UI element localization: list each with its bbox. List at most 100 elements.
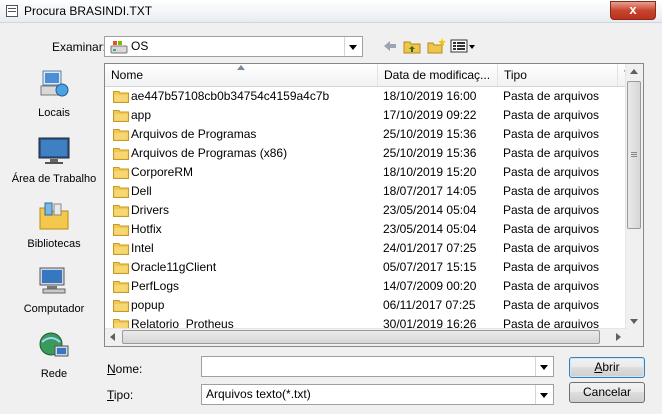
filename-dropdown-arrow[interactable] <box>535 357 553 376</box>
folder-icon <box>113 110 129 122</box>
file-type: Pasta de arquivos <box>503 89 600 103</box>
hscroll-thumb[interactable] <box>122 330 600 344</box>
file-name: Hotfix <box>131 222 162 236</box>
file-type: Pasta de arquivos <box>503 260 600 274</box>
file-type: Pasta de arquivos <box>503 184 600 198</box>
scroll-left-arrow-icon[interactable] <box>110 333 115 341</box>
close-button[interactable]: x <box>610 1 656 20</box>
file-date: 18/07/2017 14:05 <box>383 184 477 198</box>
column-date[interactable]: Data de modificaç... <box>378 64 498 86</box>
app-icon <box>6 5 18 17</box>
place-area-de-trabalho[interactable]: Área de Trabalho <box>6 135 102 186</box>
lookin-label: Examinar: <box>52 40 107 54</box>
close-icon: x <box>629 2 637 17</box>
file-name: Drivers <box>131 203 169 217</box>
filename-combo[interactable] <box>201 356 554 377</box>
lookin-combo[interactable]: OS <box>104 36 363 57</box>
folder-icon <box>113 224 129 236</box>
file-date: 18/10/2019 15:20 <box>383 165 477 179</box>
table-row[interactable]: PerfLogs 14/07/2009 00:20 Pasta de arquivo… <box>105 277 627 296</box>
place-label: Rede <box>40 368 68 380</box>
file-date: 17/10/2019 09:22 <box>383 108 477 122</box>
file-date: 06/11/2017 07:25 <box>383 298 476 312</box>
file-name: Intel <box>131 241 154 255</box>
file-type: Pasta de arquivos <box>503 241 600 255</box>
libraries-icon <box>39 202 69 230</box>
lookin-dropdown-arrow[interactable] <box>344 37 362 56</box>
place-label: Computador <box>23 303 85 315</box>
place-bibliotecas[interactable]: Bibliotecas <box>6 200 102 251</box>
lookin-value: OS <box>131 39 149 53</box>
back-arrow-icon[interactable] <box>382 37 398 55</box>
file-type: Pasta de arquivos <box>503 222 600 236</box>
column-type[interactable]: Tipo <box>498 64 618 86</box>
table-row[interactable]: popup 06/11/2017 07:25 Pasta de arquivos <box>105 296 627 315</box>
file-type: Pasta de arquivos <box>503 279 600 293</box>
table-row[interactable]: Arquivos de Programas 25/10/2019 15:36 Pas… <box>105 125 627 144</box>
view-menu-icon[interactable] <box>450 37 476 55</box>
table-row[interactable]: Intel 24/01/2017 07:25 Pasta de arquivos <box>105 239 627 258</box>
file-type: Pasta de arquivos <box>503 146 600 160</box>
file-date: 24/01/2017 07:25 <box>383 241 477 255</box>
place-locais[interactable]: Locais <box>6 69 102 120</box>
column-name-label: Nome <box>111 68 144 82</box>
folder-icon <box>113 281 129 293</box>
scroll-down-arrow-icon[interactable] <box>630 319 638 324</box>
place-computador[interactable]: Computador <box>6 265 102 316</box>
file-date: 14/07/2009 00:20 <box>383 279 477 293</box>
folder-icon <box>113 186 129 198</box>
file-type: Pasta de arquivos <box>503 203 600 217</box>
up-folder-icon[interactable] <box>402 37 422 55</box>
scroll-thumb[interactable] <box>627 81 641 229</box>
file-name: Arquivos de Programas (x86) <box>131 146 288 160</box>
filetype-label: Tipo: <box>107 388 134 402</box>
table-row[interactable]: ae447b57108cb0b34754c4159a4c7b 18/10/2019… <box>105 87 627 106</box>
desktop-icon <box>38 137 70 164</box>
scroll-corner <box>626 329 643 346</box>
cancel-button[interactable]: Cancelar <box>569 382 645 403</box>
place-label: Bibliotecas <box>27 238 81 250</box>
folder-icon <box>113 205 129 217</box>
file-name: Oracle11gClient <box>131 260 217 274</box>
vertical-scrollbar[interactable] <box>625 64 643 330</box>
sort-ascending-icon <box>237 65 245 70</box>
file-type: Pasta de arquivos <box>503 127 600 141</box>
column-header: Nome Data de modificaç... Tipo T <box>105 64 643 87</box>
table-row[interactable]: app 17/10/2019 09:22 Pasta de arquivos <box>105 106 627 125</box>
places-bar: Locais Área de Trabalho Bibliotecas Comp… <box>6 63 102 385</box>
column-name[interactable]: Nome <box>105 64 378 86</box>
filetype-dropdown-arrow[interactable] <box>535 385 553 404</box>
drive-icon <box>110 41 128 54</box>
file-date: 23/05/2014 05:04 <box>383 222 477 236</box>
window-title: Procura BRASINDI.TXT <box>24 4 153 18</box>
table-row[interactable]: Arquivos de Programas (x86) 25/10/2019 15… <box>105 144 627 163</box>
new-folder-icon[interactable] <box>426 37 446 55</box>
horizontal-scrollbar[interactable] <box>105 328 627 346</box>
title-bar[interactable]: Procura BRASINDI.TXT x <box>0 0 662 23</box>
folder-icon <box>113 243 129 255</box>
file-type: Pasta de arquivos <box>503 108 600 122</box>
folder-icon <box>113 167 129 179</box>
table-row[interactable]: Hotfix 23/05/2014 05:04 Pasta de arquivos <box>105 220 627 239</box>
filename-label: Nome: <box>107 362 143 376</box>
place-rede[interactable]: Rede <box>6 330 102 381</box>
scroll-right-arrow-icon[interactable] <box>616 333 621 341</box>
scroll-up-arrow-icon[interactable] <box>630 69 638 74</box>
filetype-combo[interactable]: Arquivos texto(*.txt) <box>201 384 554 405</box>
file-list[interactable]: Nome Data de modificaç... Tipo T ae447b5… <box>104 63 644 347</box>
open-file-dialog: Procura BRASINDI.TXT x Examinar: OS Loca… <box>0 0 662 414</box>
file-date: 25/10/2019 15:36 <box>383 146 477 160</box>
file-type: Pasta de arquivos <box>503 298 600 312</box>
file-date: 25/10/2019 15:36 <box>383 127 477 141</box>
table-row[interactable]: Oracle11gClient 05/07/2017 15:15 Pasta de … <box>105 258 627 277</box>
folder-icon <box>113 262 129 274</box>
table-row[interactable]: Dell 18/07/2017 14:05 Pasta de arquivos <box>105 182 627 201</box>
file-type: Pasta de arquivos <box>503 165 600 179</box>
computer-icon <box>39 267 66 294</box>
table-row[interactable]: CorporeRM 18/10/2019 15:20 Pasta de arquiv… <box>105 163 627 182</box>
table-row[interactable]: Drivers 23/05/2014 05:04 Pasta de arquivos <box>105 201 627 220</box>
file-name: ae447b57108cb0b34754c4159a4c7b <box>131 89 330 103</box>
open-button[interactable]: Abrir <box>569 357 645 378</box>
folder-icon <box>113 148 129 160</box>
place-label: Locais <box>38 107 70 119</box>
